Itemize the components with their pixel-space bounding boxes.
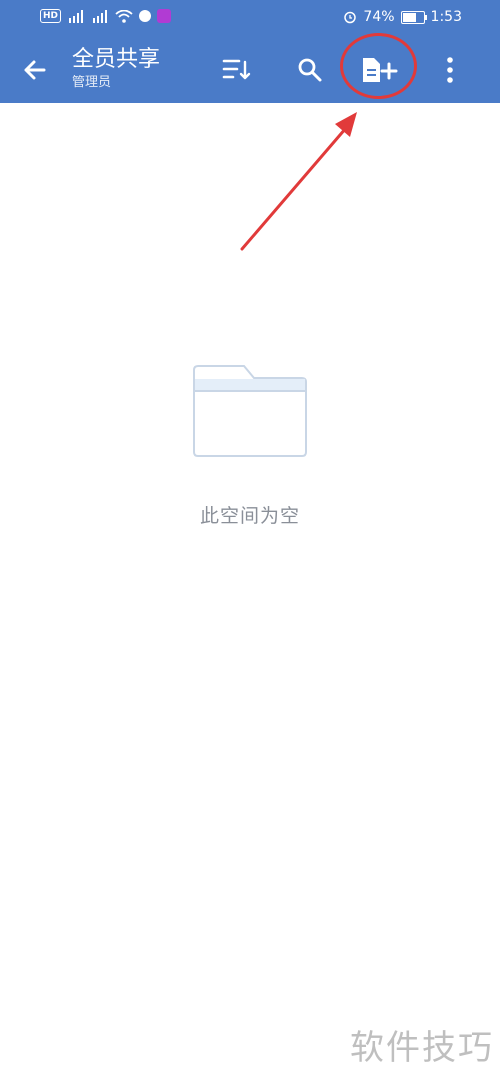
status-left-icons: HD [40, 9, 172, 23]
empty-state-message: 此空间为空 [199, 505, 300, 527]
top-app-bar: HD 74% 1:53 全员共享 管理员 [0, 0, 500, 103]
clock: 1:53 [430, 9, 462, 25]
more-vertical-icon [447, 57, 453, 83]
title-block: 全员共享 管理员 [72, 46, 160, 92]
back-button[interactable] [18, 53, 52, 87]
sort-icon [222, 59, 251, 80]
app-notification-icon [157, 9, 172, 23]
page-subtitle: 管理员 [72, 75, 112, 90]
search-icon [298, 58, 322, 82]
alarm-icon [344, 11, 357, 24]
annotation-highlight-circle [340, 33, 417, 99]
page-title: 全员共享 [72, 47, 161, 72]
status-bar: HD 74% 1:53 [0, 0, 500, 36]
back-arrow-icon [24, 60, 46, 80]
more-options-button[interactable] [432, 52, 468, 88]
wifi-icon [115, 9, 133, 23]
search-button[interactable] [292, 52, 328, 88]
app-bar: 全员共享 管理员 [0, 36, 500, 103]
battery-percent: 74% [363, 9, 395, 25]
signal-icon [69, 9, 84, 23]
empty-folder-icon [193, 365, 307, 457]
signal-icon-2 [93, 9, 108, 23]
battery-icon [400, 10, 427, 24]
status-right-icons: 74% 1:53 [343, 9, 462, 25]
hd-badge: HD [40, 9, 62, 23]
watermark: 软件技巧 [350, 1028, 494, 1068]
sort-button[interactable] [218, 52, 254, 88]
notification-dot-icon [139, 10, 152, 22]
